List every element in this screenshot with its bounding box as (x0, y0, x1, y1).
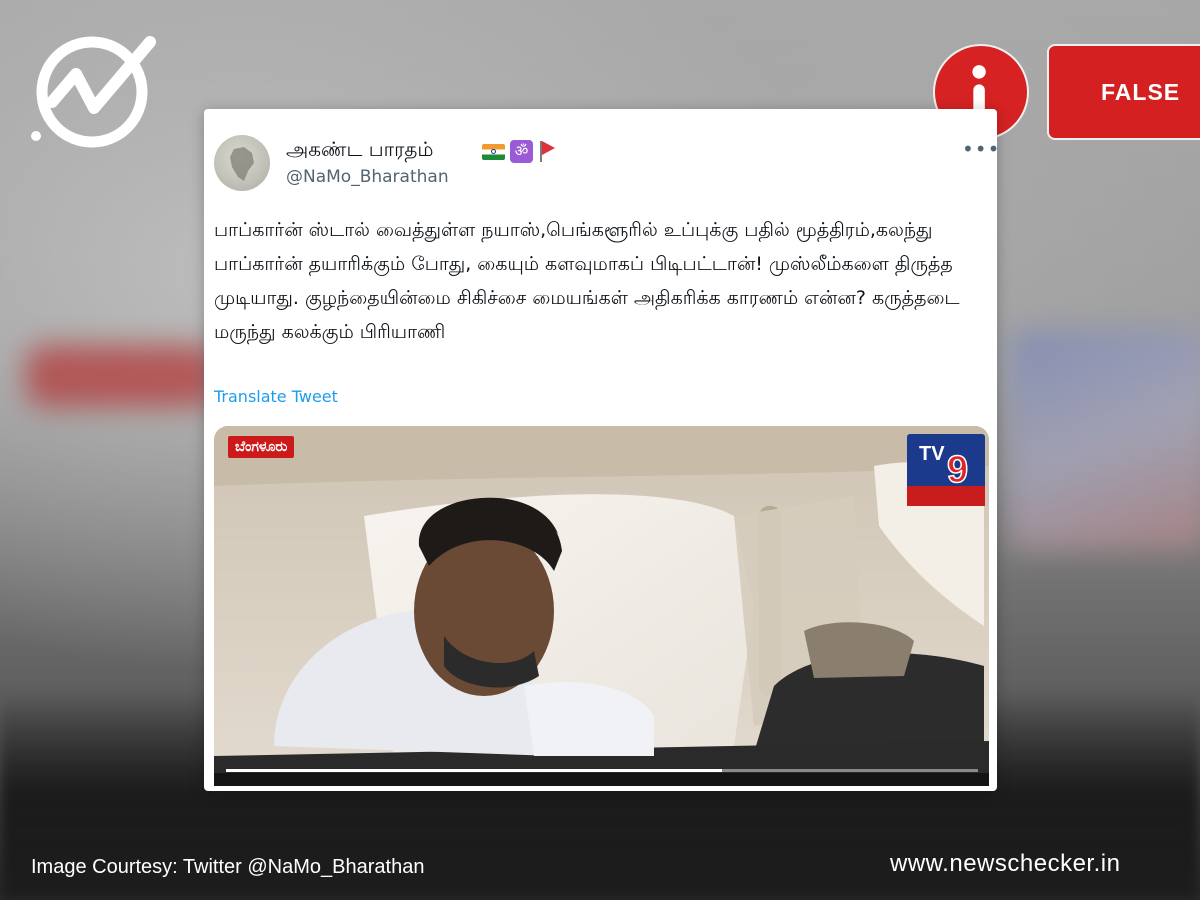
triangular-flag-icon (538, 140, 558, 163)
user-handle[interactable]: @NaMo_Bharathan (286, 167, 449, 187)
background-blur-shape (26, 345, 216, 407)
tweet-video[interactable]: ಬೆಂಗಳೂರು TV 9 (214, 426, 989, 786)
video-progress-fill (226, 769, 723, 772)
verdict-badge: FALSE (1047, 44, 1200, 140)
video-progress-bar[interactable] (226, 769, 978, 772)
background-blur-shape (1010, 330, 1200, 550)
video-frame (214, 426, 989, 786)
translate-tweet-link[interactable]: Translate Tweet (214, 387, 338, 406)
tweet-text: பாப்கார்ன் ஸ்டால் வைத்துள்ள நயாஸ்,பெங்கள… (214, 219, 960, 343)
video-caption-strip (214, 773, 989, 786)
india-flag-icon (482, 143, 505, 160)
more-options-icon[interactable]: ••• (962, 139, 997, 159)
om-icon: ॐ (510, 140, 533, 163)
display-name-emojis: ॐ (482, 140, 558, 163)
tv9-kannada-logo-icon: TV 9 (907, 434, 985, 506)
tweet-card: அகண்ட பாரதம் ॐ @NaMo_Bharathan ••• பாப்க… (204, 109, 997, 791)
image-credit: Image Courtesy: Twitter @NaMo_Bharathan (31, 856, 425, 878)
channel-number: 9 (947, 449, 968, 491)
avatar[interactable] (214, 135, 270, 191)
site-url[interactable]: www.newschecker.in (890, 850, 1120, 878)
newschecker-check-logo-icon (31, 36, 156, 148)
svg-text:TV: TV (919, 443, 945, 465)
video-location-tag: ಬೆಂಗಳೂರು (228, 436, 295, 458)
verdict-label: FALSE (1101, 78, 1181, 105)
display-name[interactable]: அகண்ட பாரதம் (286, 137, 434, 164)
